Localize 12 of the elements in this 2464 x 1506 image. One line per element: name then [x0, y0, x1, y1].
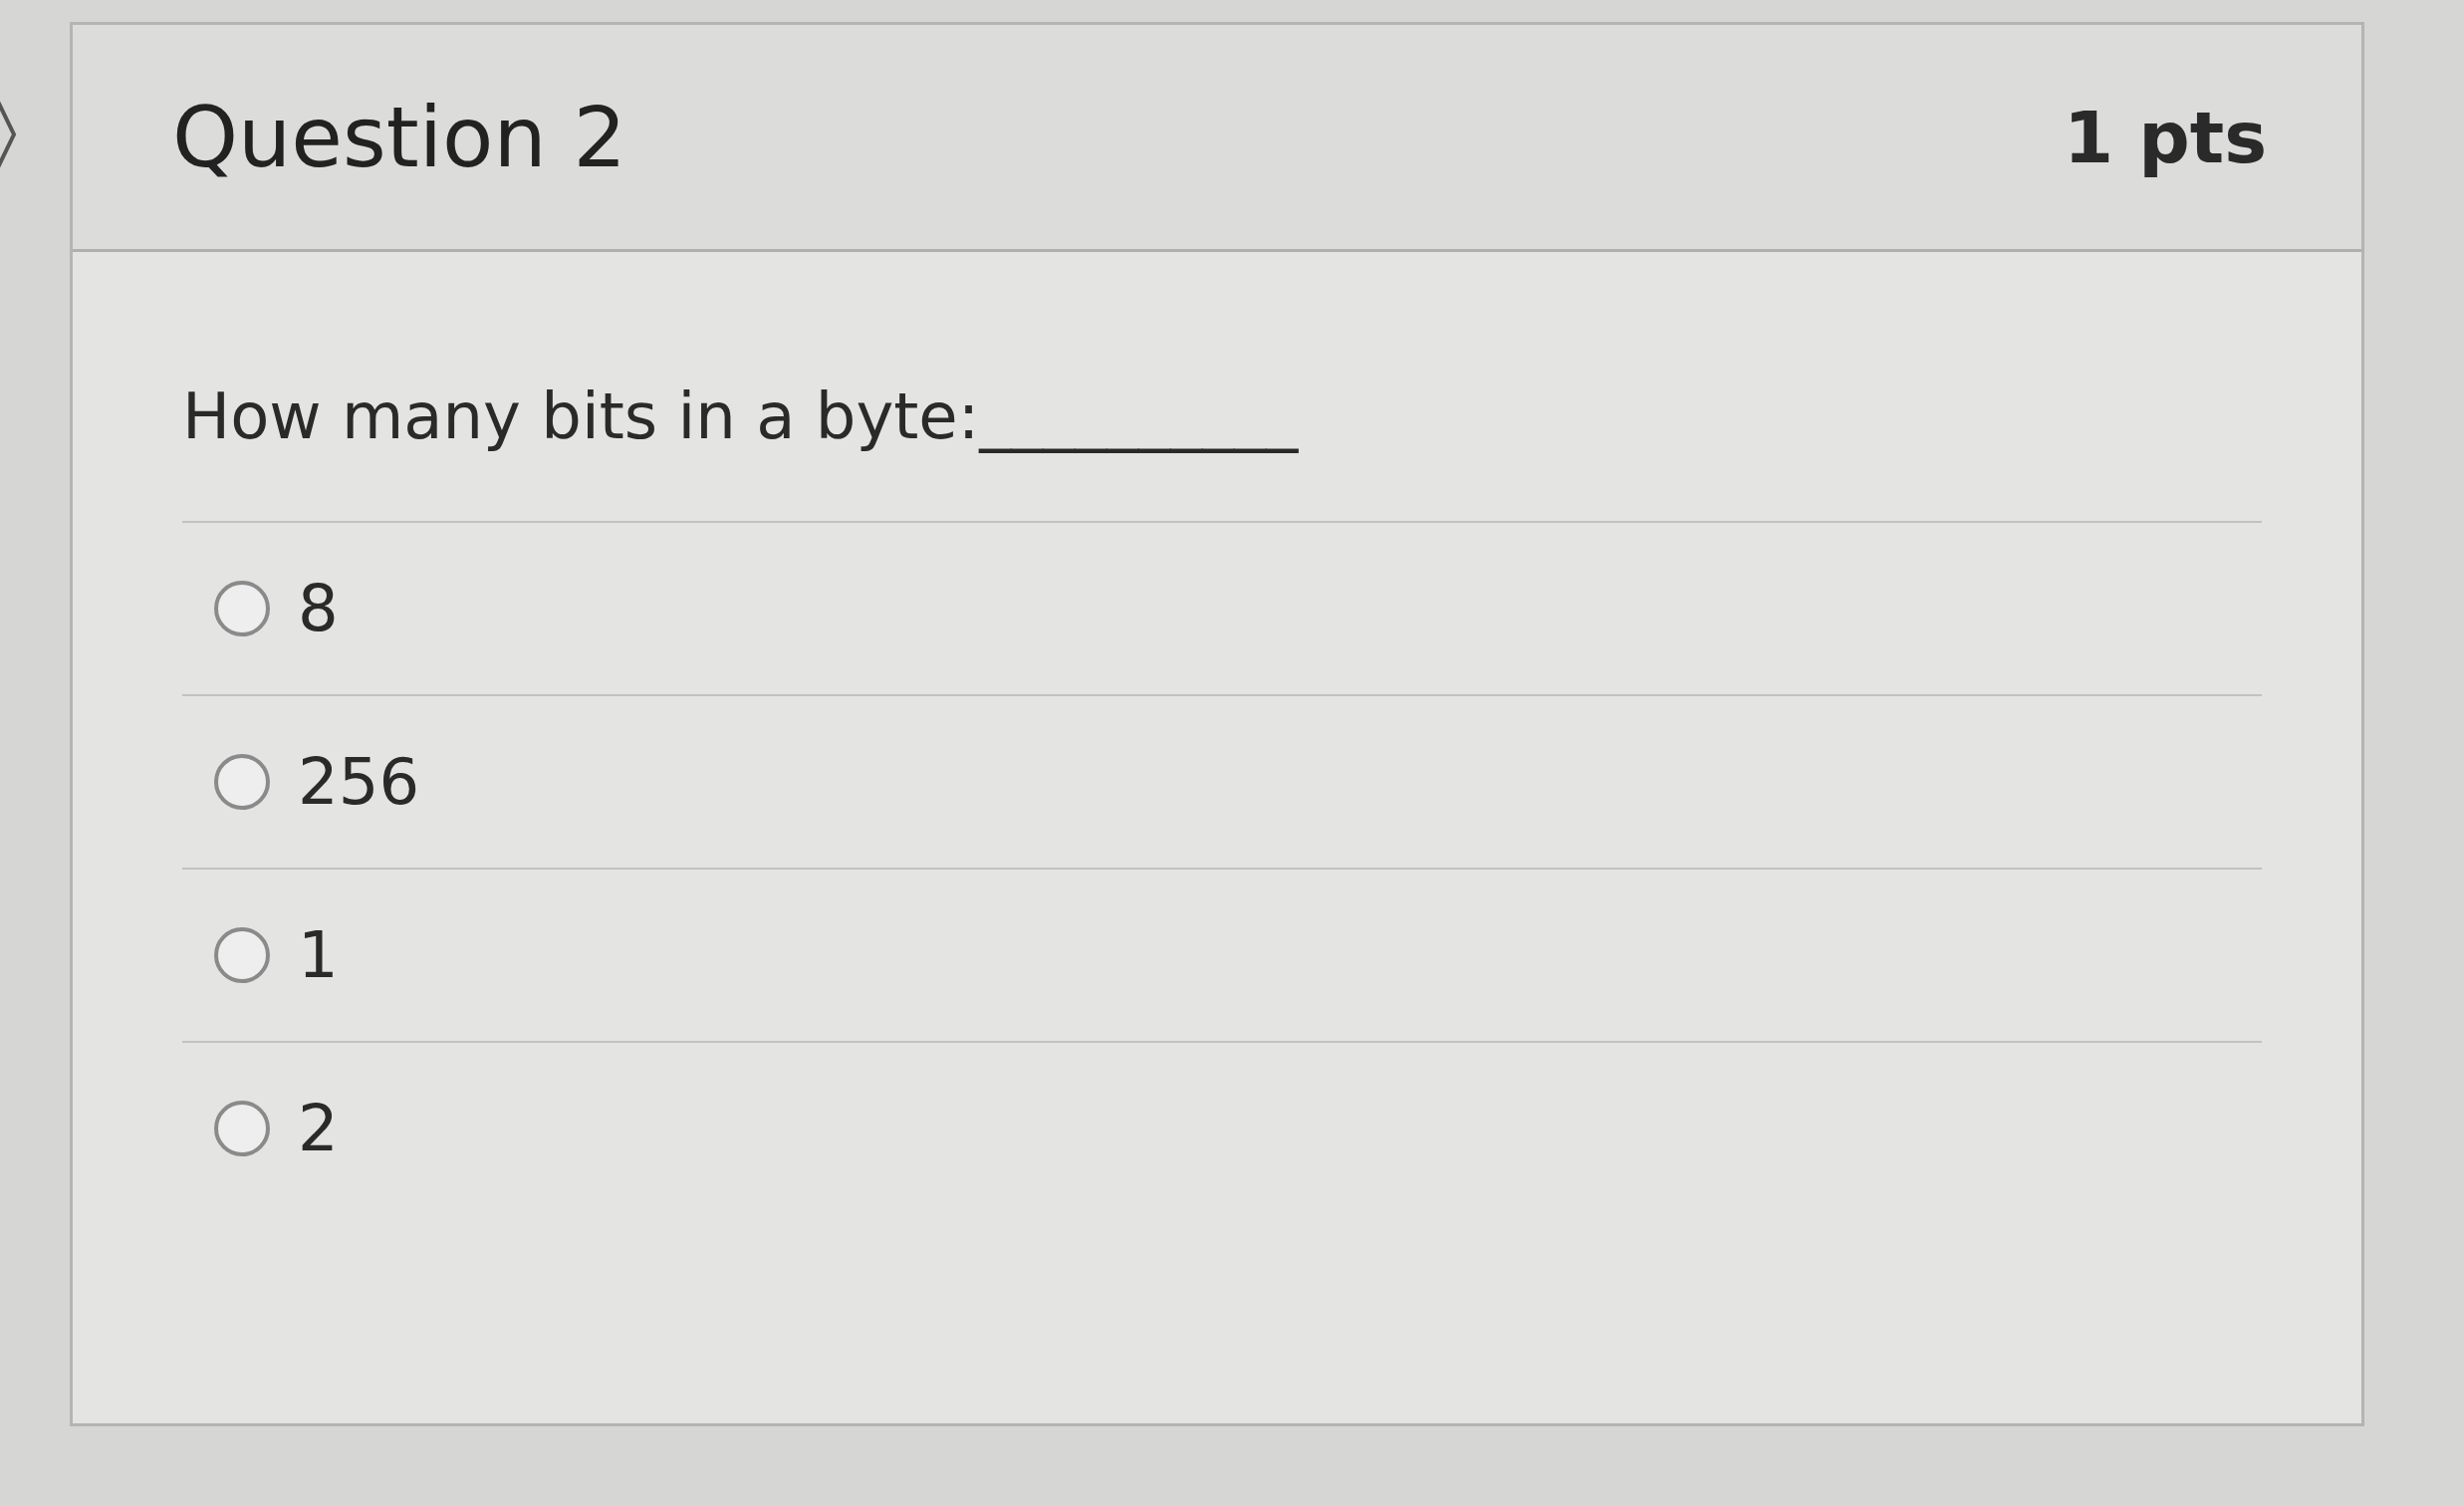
radio-button[interactable] [214, 581, 270, 636]
chevron-icon[interactable] [0, 100, 18, 169]
answer-label[interactable]: 1 [298, 918, 339, 992]
answer-label[interactable]: 2 [298, 1092, 339, 1165]
answer-label[interactable]: 8 [298, 572, 339, 645]
question-text: How many bits in a byte:__________ [182, 378, 1300, 455]
points-label: 1 pts [2064, 95, 2267, 179]
radio-button[interactable] [214, 754, 270, 810]
question-title: Question 2 [172, 88, 626, 186]
answer-label[interactable]: 256 [298, 745, 420, 819]
radio-button[interactable] [214, 927, 270, 983]
radio-button[interactable] [214, 1101, 270, 1156]
